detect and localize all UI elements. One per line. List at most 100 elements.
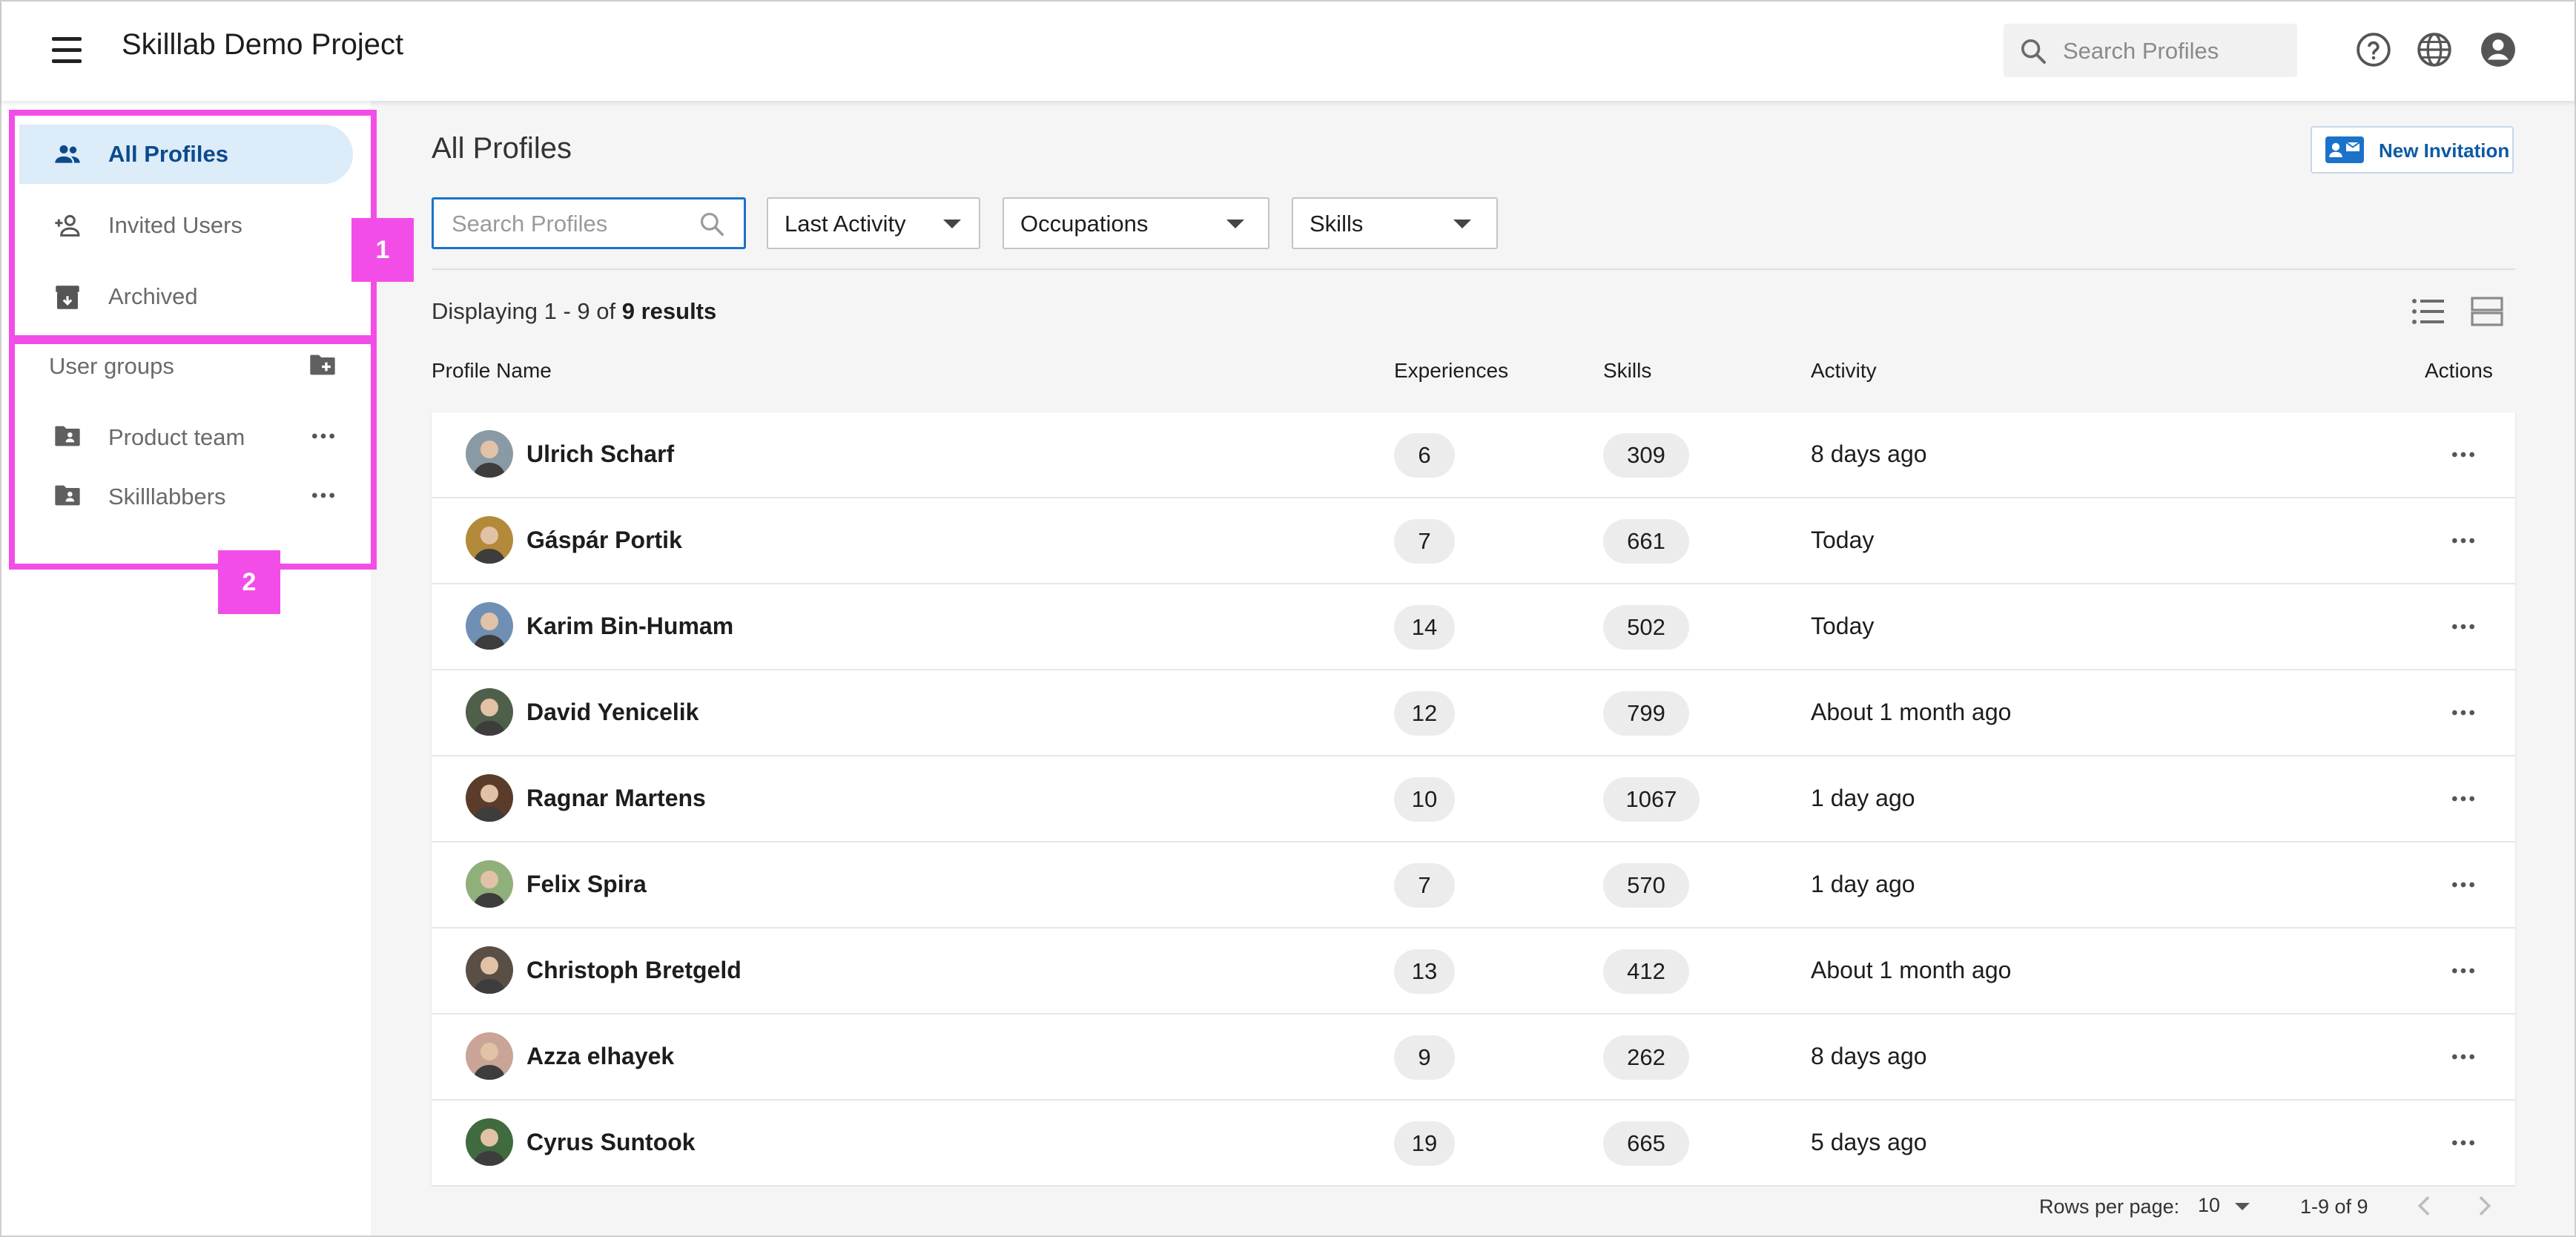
more-horizontal-icon[interactable] [2448,964,2478,977]
sidebar-group-label: Skilllabbers [108,484,226,509]
app-title: Skilllab Demo Project [122,28,404,61]
results-count-total: 9 results [621,298,717,324]
skills-count-badge: 570 [1603,863,1689,908]
table-row[interactable]: Cyrus Suntook 19 665 5 days ago [432,1101,2515,1185]
folder-shared-icon [55,426,80,446]
more-horizontal-icon[interactable] [2448,534,2478,547]
table-row[interactable]: David Yenicelik 12 799 About 1 month ago [432,670,2515,756]
annotation-label-2: 2 [218,550,280,614]
profile-name[interactable]: Gáspár Portik [526,527,682,554]
avatar [466,516,513,564]
list-view-icon[interactable] [2410,295,2445,328]
table-row[interactable]: Azza elhayek 9 262 8 days ago [432,1015,2515,1101]
sidebar-group-skilllabbers[interactable]: Skilllabbers [19,469,353,521]
pagination-range: 1-9 of 9 [2300,1195,2368,1218]
more-horizontal-icon[interactable] [2448,1136,2478,1149]
caret-down-icon [1226,220,1244,228]
more-horizontal-icon[interactable] [2448,1050,2478,1063]
globe-icon[interactable] [2416,31,2453,68]
column-header-skills[interactable]: Skills [1603,359,1651,383]
rows-per-page-value: 10 [2198,1194,2221,1216]
table-row[interactable]: Gáspár Portik 7 661 Today [432,498,2515,584]
profile-name[interactable]: Felix Spira [526,871,647,898]
profile-name[interactable]: Christoph Bretgeld [526,957,742,984]
more-horizontal-icon[interactable] [2448,792,2478,805]
sidebar-item-label: Archived [108,283,198,309]
experiences-count-badge: 19 [1394,1121,1455,1166]
experiences-count-badge: 6 [1394,433,1455,478]
chevron-right-icon[interactable] [2469,1191,2499,1221]
results-count-prefix: Displaying 1 - 9 of [432,298,622,324]
table-row[interactable]: Felix Spira 7 570 1 day ago [432,842,2515,928]
avatar [466,1118,513,1166]
activity-text: 1 day ago [1811,871,1915,897]
avatar [466,602,513,650]
profile-name[interactable]: Azza elhayek [526,1043,674,1070]
skills-count-badge: 661 [1603,519,1689,564]
top-app-bar: Skilllab Demo Project [1,1,2575,101]
more-horizontal-icon[interactable] [2448,706,2478,719]
user-groups-header: User groups [49,353,174,379]
sidebar-item-all-profiles[interactable]: All Profiles [19,125,353,184]
results-count: Displaying 1 - 9 of 9 results [432,298,716,325]
profile-name[interactable]: Ragnar Martens [526,785,706,812]
search-icon [700,212,724,236]
avatar [466,1032,513,1080]
sidebar-item-invited-users[interactable]: Invited Users [19,196,353,255]
top-search-input[interactable] [2061,34,2287,68]
new-invitation-label: New Invitation [2379,139,2510,162]
profile-name[interactable]: David Yenicelik [526,699,699,726]
more-horizontal-icon[interactable] [2448,878,2478,891]
caret-down-icon [943,220,961,228]
caret-down-icon [2235,1203,2250,1210]
add-folder-icon[interactable] [306,350,340,380]
activity-text: 8 days ago [1811,441,1927,467]
caret-down-icon [1453,220,1471,228]
divider [432,268,2515,270]
occupations-select[interactable]: Occupations [1003,197,1269,249]
menu-icon[interactable] [52,37,85,64]
sidebar-group-product-team[interactable]: Product team [19,409,353,461]
profile-search-input[interactable] [450,208,690,240]
sort-select[interactable]: Last Activity [767,197,980,249]
table-row[interactable]: Ragnar Martens 10 1067 1 day ago [432,756,2515,842]
avatar [466,688,513,736]
people-icon [55,145,80,163]
profiles-table: Ulrich Scharf 6 309 8 days ago Gáspár Portik… [432,412,2515,1185]
account-icon[interactable] [2480,31,2517,68]
help-icon[interactable] [2355,31,2392,68]
profile-name[interactable]: Karim Bin-Humam [526,613,733,640]
profile-name[interactable]: Cyrus Suntook [526,1129,696,1156]
sidebar-item-archived[interactable]: Archived [19,267,353,326]
more-horizontal-icon[interactable] [2448,620,2478,633]
experiences-count-badge: 10 [1394,777,1455,822]
more-horizontal-icon[interactable] [308,421,338,451]
skills-select[interactable]: Skills [1292,197,1498,249]
experiences-count-badge: 7 [1394,519,1455,564]
archive-icon [56,286,79,309]
more-horizontal-icon[interactable] [308,481,338,510]
column-header-activity[interactable]: Activity [1811,359,1877,383]
activity-text: 1 day ago [1811,785,1915,811]
sidebar-item-label: All Profiles [108,141,228,167]
column-header-experiences[interactable]: Experiences [1394,359,1508,383]
column-header-profile-name[interactable]: Profile Name [432,359,552,383]
top-search-box[interactable] [2004,24,2297,77]
rows-per-page-select[interactable]: 10 [2198,1190,2257,1222]
card-view-icon[interactable] [2469,295,2505,328]
experiences-count-badge: 12 [1394,691,1455,736]
new-invitation-button[interactable]: New Invitation [2311,126,2514,174]
table-row[interactable]: Ulrich Scharf 6 309 8 days ago [432,412,2515,498]
skills-count-badge: 502 [1603,605,1689,650]
table-row[interactable]: Karim Bin-Humam 14 502 Today [432,584,2515,670]
skills-count-badge: 799 [1603,691,1689,736]
main-content: All Profiles New Invitation Last Activit… [371,101,2575,1236]
avatar [466,774,513,822]
profile-name[interactable]: Ulrich Scharf [526,441,674,468]
skills-count-badge: 665 [1603,1121,1689,1166]
profile-search-box[interactable] [432,197,746,249]
chevron-left-icon[interactable] [2410,1191,2440,1221]
more-horizontal-icon[interactable] [2448,448,2478,461]
table-row[interactable]: Christoph Bretgeld 13 412 About 1 month ago [432,928,2515,1015]
sidebar: All Profiles Invited Users Archived User… [1,101,372,1236]
